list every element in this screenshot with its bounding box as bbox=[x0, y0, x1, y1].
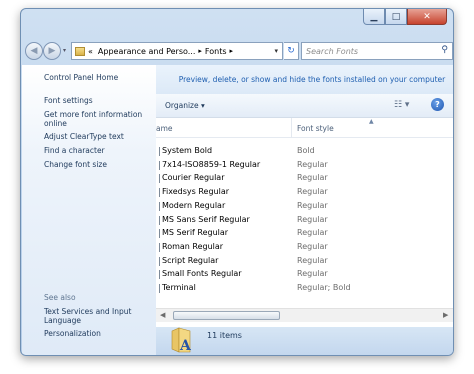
find-character-link[interactable]: Find a character bbox=[44, 146, 152, 155]
command-bar: Organize ▾ ☷ ▾ ? bbox=[156, 94, 453, 118]
font-name: Fixedsys Regular bbox=[162, 187, 230, 197]
info-bar: Preview, delete, or show and hide the fo… bbox=[156, 65, 453, 94]
font-file-icon bbox=[157, 229, 160, 239]
personalization-link[interactable]: Personalization bbox=[44, 329, 152, 338]
navigation-bar: ◀ ▶ ▾ « Appearance and Perso... ▸ Fonts … bbox=[25, 41, 453, 61]
font-style: Regular bbox=[297, 214, 328, 224]
details-pane: A 11 items bbox=[156, 327, 453, 355]
font-file-icon bbox=[157, 284, 160, 293]
text-services-link[interactable]: Text Services and Input Language bbox=[44, 307, 152, 325]
font-row[interactable]: Terminal Regular; Bold bbox=[156, 282, 453, 295]
fonts-folder-icon: A bbox=[171, 327, 191, 353]
font-name: Terminal bbox=[162, 283, 196, 292]
column-headers: ame ▲ Font style bbox=[156, 118, 453, 138]
font-row[interactable]: Modern Regular Regular bbox=[156, 200, 453, 213]
control-panel-home-link[interactable]: Control Panel Home bbox=[44, 73, 152, 82]
search-input[interactable]: Search Fonts ⚲ bbox=[301, 42, 453, 60]
search-icon[interactable]: ⚲ bbox=[441, 45, 448, 55]
breadcrumb-fonts[interactable]: Fonts bbox=[205, 47, 227, 56]
change-font-size-link[interactable]: Change font size bbox=[44, 160, 152, 169]
font-row[interactable]: Small Fonts Regular Regular bbox=[156, 268, 453, 281]
breadcrumb-appearance[interactable]: Appearance and Perso... bbox=[98, 47, 195, 56]
fonts-window: ▁ □ ✕ ◀ ▶ ▾ « Appearance and Perso... ▸ … bbox=[20, 8, 454, 356]
font-style: Regular bbox=[297, 269, 328, 279]
font-name: Script Regular bbox=[162, 255, 219, 265]
font-name: MS Sans Serif Regular bbox=[162, 214, 250, 224]
breadcrumb-separator[interactable]: ▸ bbox=[198, 47, 202, 55]
font-name: System Bold bbox=[162, 146, 213, 155]
font-file-icon bbox=[157, 242, 160, 252]
font-file-icon bbox=[157, 174, 160, 184]
font-file-icon bbox=[157, 147, 160, 156]
breadcrumb-overflow[interactable]: « bbox=[88, 47, 93, 56]
breadcrumb-separator[interactable]: ▸ bbox=[230, 47, 234, 55]
content-pane: Preview, delete, or show and hide the fo… bbox=[156, 65, 453, 327]
font-file-icon bbox=[157, 160, 160, 170]
font-style: Regular bbox=[297, 187, 328, 197]
fonts-folder-icon bbox=[75, 46, 85, 56]
scrollbar-thumb[interactable] bbox=[173, 311, 280, 320]
font-style: Regular bbox=[297, 159, 328, 169]
font-style: Regular bbox=[297, 173, 328, 183]
window-controls: ▁ □ ✕ bbox=[363, 9, 447, 25]
font-name: 7x14-ISO8859-1 Regular bbox=[162, 159, 261, 169]
font-row[interactable]: 7x14-ISO8859-1 Regular Regular bbox=[156, 159, 453, 172]
font-row[interactable]: Courier Regular Regular bbox=[156, 172, 453, 185]
scroll-left-icon[interactable]: ◀ bbox=[160, 311, 165, 319]
task-pane: Control Panel Home Font settings Get mor… bbox=[22, 65, 156, 355]
horizontal-scrollbar[interactable]: ◀ ▶ bbox=[156, 308, 453, 322]
font-row[interactable]: System Bold Bold bbox=[156, 145, 453, 158]
font-style: Regular bbox=[297, 241, 328, 251]
change-view-icon[interactable]: ☷ ▾ bbox=[394, 100, 409, 110]
font-file-icon bbox=[157, 270, 160, 280]
font-name: Small Fonts Regular bbox=[162, 269, 242, 279]
font-name: MS Serif Regular bbox=[162, 228, 229, 238]
item-count: 11 items bbox=[207, 331, 242, 340]
column-font-style-header[interactable]: Font style bbox=[297, 124, 334, 133]
font-style: Regular; Bold bbox=[297, 283, 351, 292]
font-style: Regular bbox=[297, 255, 328, 265]
organize-button[interactable]: Organize ▾ bbox=[165, 101, 205, 110]
font-row[interactable]: MS Sans Serif Regular Regular bbox=[156, 214, 453, 227]
svg-text:A: A bbox=[179, 338, 191, 353]
get-more-font-info-link[interactable]: Get more font information online bbox=[44, 110, 152, 128]
font-row[interactable]: MS Serif Regular Regular bbox=[156, 227, 453, 240]
forward-button[interactable]: ▶ bbox=[43, 42, 61, 60]
maximize-button[interactable]: □ bbox=[385, 9, 407, 25]
refresh-button[interactable]: ↻ bbox=[284, 42, 299, 60]
font-style: Regular bbox=[297, 228, 328, 238]
font-file-icon bbox=[157, 201, 160, 211]
scroll-right-icon[interactable]: ▶ bbox=[443, 311, 448, 319]
see-also-heading: See also bbox=[44, 293, 76, 302]
font-settings-link[interactable]: Font settings bbox=[44, 96, 152, 105]
font-name: Modern Regular bbox=[162, 200, 226, 210]
sort-ascending-icon: ▲ bbox=[369, 118, 374, 125]
back-button[interactable]: ◀ bbox=[25, 42, 43, 60]
address-bar[interactable]: « Appearance and Perso... ▸ Fonts ▸ ▾ bbox=[71, 42, 283, 60]
recent-pages-dropdown-icon[interactable]: ▾ bbox=[63, 47, 66, 54]
column-divider[interactable] bbox=[291, 118, 292, 138]
font-name: Courier Regular bbox=[162, 173, 225, 183]
close-button[interactable]: ✕ bbox=[407, 9, 447, 25]
minimize-button[interactable]: ▁ bbox=[363, 9, 385, 25]
address-dropdown-icon[interactable]: ▾ bbox=[274, 47, 278, 55]
font-style: Regular bbox=[297, 200, 328, 210]
font-file-icon bbox=[157, 188, 160, 198]
search-placeholder: Search Fonts bbox=[306, 46, 359, 56]
adjust-cleartype-link[interactable]: Adjust ClearType text bbox=[44, 132, 152, 141]
font-file-icon bbox=[157, 215, 160, 225]
column-name-header[interactable]: ame bbox=[156, 124, 173, 133]
font-row[interactable]: Roman Regular Regular bbox=[156, 241, 453, 254]
font-row[interactable]: Script Regular Regular bbox=[156, 255, 453, 268]
help-icon[interactable]: ? bbox=[431, 98, 444, 111]
font-row[interactable]: Fixedsys Regular Regular bbox=[156, 186, 453, 199]
font-style: Bold bbox=[297, 146, 315, 155]
font-file-icon bbox=[157, 256, 160, 266]
font-name: Roman Regular bbox=[162, 241, 224, 251]
